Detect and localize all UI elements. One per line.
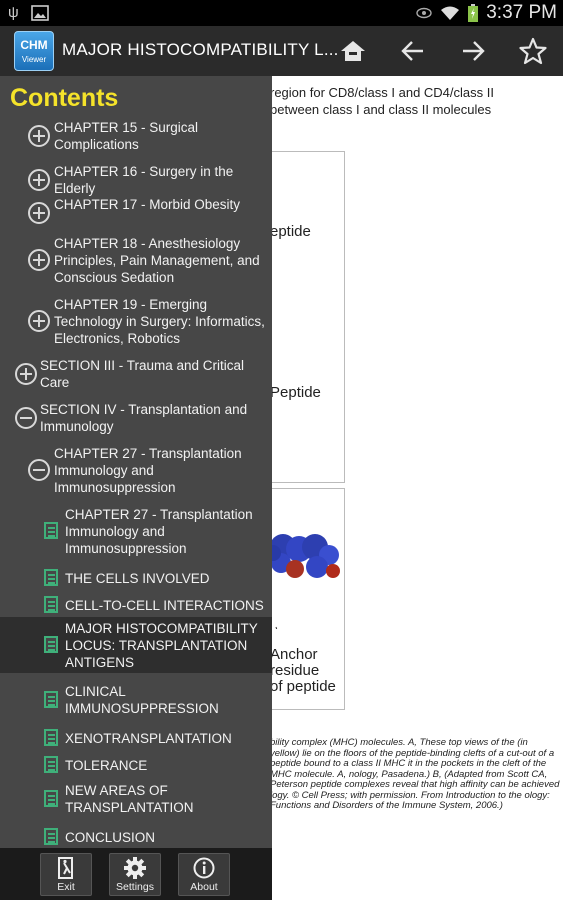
document-icon: [44, 522, 58, 539]
toc-section-item[interactable]: CHAPTER 27 - Transplantation Immunology …: [0, 443, 272, 497]
expand-icon[interactable]: [28, 310, 50, 332]
bookmark-button[interactable]: [513, 34, 553, 68]
toc-topic-item[interactable]: TOLERANCE: [0, 752, 272, 778]
document-icon: [44, 729, 58, 746]
arrow-left-icon: [401, 41, 423, 61]
collapse-icon[interactable]: [28, 459, 50, 481]
image-notification-icon: [30, 5, 49, 21]
document-icon: [44, 691, 58, 708]
figure-label: Anchor: [270, 646, 318, 663]
toc-section-item[interactable]: SECTION III - Trauma and Critical Care: [0, 355, 272, 393]
toc-item-label: CHAPTER 18 - Anesthesiology Principles, …: [54, 236, 260, 285]
toc-item-label: SECTION IV - Transplantation and Immunol…: [40, 402, 248, 434]
back-button[interactable]: [393, 34, 433, 68]
toc-section-item[interactable]: CHAPTER 19 - Emerging Technology in Surg…: [0, 294, 272, 348]
exit-label: Exit: [57, 881, 75, 893]
app-logo[interactable]: CHM Viewer: [14, 31, 54, 71]
toc-item-label: CHAPTER 19 - Emerging Technology in Surg…: [54, 297, 265, 346]
home-button[interactable]: [333, 34, 373, 68]
figure-caption: bility complex (MHC) molecules. A, These…: [270, 737, 560, 811]
figure-label: Peptide: [270, 384, 321, 401]
toc-topic-item[interactable]: CELL-TO-CELL INTERACTIONS: [0, 592, 272, 618]
toc-item-label: MAJOR HISTOCOMPATIBILITY LOCUS: TRANSPLA…: [65, 621, 258, 670]
about-button[interactable]: About: [178, 853, 230, 896]
exit-door-icon: [58, 857, 73, 879]
expand-icon[interactable]: [28, 125, 50, 147]
home-icon: [341, 41, 365, 61]
collapse-icon[interactable]: [15, 407, 37, 429]
toc-topic-item[interactable]: CLINICAL IMMUNOSUPPRESSION: [0, 681, 272, 719]
toc-topic-item[interactable]: NEW AREAS OF TRANSPLANTATION: [0, 780, 272, 818]
expand-icon[interactable]: [28, 202, 50, 224]
document-line: region for CD8/class I and CD4/class II: [270, 85, 494, 100]
toc-topic-item[interactable]: CHAPTER 27 - Transplantation Immunology …: [0, 504, 272, 558]
toc-section-item[interactable]: CHAPTER 16 - Surgery in the Elderly: [0, 160, 272, 200]
toc-item-label: CLINICAL IMMUNOSUPPRESSION: [65, 684, 219, 716]
battery-icon: [468, 4, 479, 22]
document-icon: [44, 636, 58, 653]
toc-item-label: SECTION III - Trauma and Critical Care: [40, 358, 245, 390]
toc-section-item[interactable]: CHAPTER 17 - Morbid Obesity: [0, 196, 272, 230]
toc-topic-item[interactable]: CONCLUSION: [0, 824, 272, 848]
document-icon: [44, 756, 58, 773]
settings-button[interactable]: Settings: [109, 853, 161, 896]
usb-icon: ψ: [8, 4, 19, 21]
document-icon: [44, 828, 58, 845]
toc-item-label: CHAPTER 16 - Surgery in the Elderly: [54, 164, 234, 196]
toc-section-item[interactable]: SECTION IV - Transplantation and Immunol…: [0, 399, 272, 437]
toc-section-item[interactable]: CHAPTER 15 - Surgical Complications: [0, 116, 272, 156]
figure-label: eptide: [270, 223, 311, 240]
toc-section-item[interactable]: CHAPTER 18 - Anesthesiology Principles, …: [0, 233, 272, 287]
settings-label: Settings: [116, 881, 154, 893]
arrow-right-icon: [463, 41, 485, 61]
toc-topic-item[interactable]: XENOTRANSPLANTATION: [0, 725, 272, 751]
figure-label: of peptide: [270, 678, 336, 695]
expand-icon[interactable]: [15, 363, 37, 385]
document-icon: [44, 790, 58, 807]
clock: 3:37 PM: [486, 2, 557, 23]
toc-item-label: TOLERANCE: [65, 758, 148, 773]
document-icon: [44, 569, 58, 586]
toc-item-label: THE CELLS INVOLVED: [65, 571, 210, 586]
toc-item-label: CHAPTER 17 - Morbid Obesity: [54, 197, 241, 212]
action-bar: CHM Viewer MAJOR HISTOCOMPATIBILITY L...: [0, 26, 563, 76]
toc-item-label: CHAPTER 27 - Transplantation Immunology …: [65, 507, 253, 556]
page-title: MAJOR HISTOCOMPATIBILITY L...: [62, 40, 339, 59]
toc-item-label: CELL-TO-CELL INTERACTIONS: [65, 598, 264, 613]
about-label: About: [190, 881, 218, 893]
toc-item-label: XENOTRANSPLANTATION: [65, 731, 232, 746]
toc-item-label: CHAPTER 15 - Surgical Complications: [54, 120, 199, 152]
toc-topic-item[interactable]: THE CELLS INVOLVED: [0, 565, 272, 591]
expand-icon[interactable]: [28, 249, 50, 271]
wifi-icon: [441, 6, 460, 20]
status-bar: ψ 3:37 PM: [0, 0, 563, 26]
app-logo-subtext: Viewer: [21, 55, 47, 64]
toc-item-label: NEW AREAS OF TRANSPLANTATION: [65, 783, 194, 815]
contents-drawer: Contents CHAPTER 15 - Surgical Complicat…: [0, 76, 272, 848]
info-icon: [193, 857, 215, 879]
toc-topic-item[interactable]: MAJOR HISTOCOMPATIBILITY LOCUS: TRANSPLA…: [0, 617, 272, 673]
forward-button[interactable]: [453, 34, 493, 68]
document-line: between class I and class II molecules: [270, 102, 492, 117]
drawer-title: Contents: [10, 84, 119, 112]
eye-icon: [416, 7, 432, 19]
expand-icon[interactable]: [28, 169, 50, 191]
drawer-header: Contents: [0, 76, 272, 118]
star-icon: [519, 37, 547, 65]
toc-item-label: CONCLUSION: [65, 830, 156, 845]
exit-button[interactable]: Exit: [40, 853, 92, 896]
toc-item-label: CHAPTER 27 - Transplantation Immunology …: [54, 446, 242, 495]
figure-label: residue: [270, 662, 320, 679]
bottom-toolbar: Exit Settings About: [0, 848, 272, 900]
app-logo-text: CHM: [20, 38, 48, 52]
document-icon: [44, 596, 58, 613]
gear-icon: [124, 857, 146, 879]
